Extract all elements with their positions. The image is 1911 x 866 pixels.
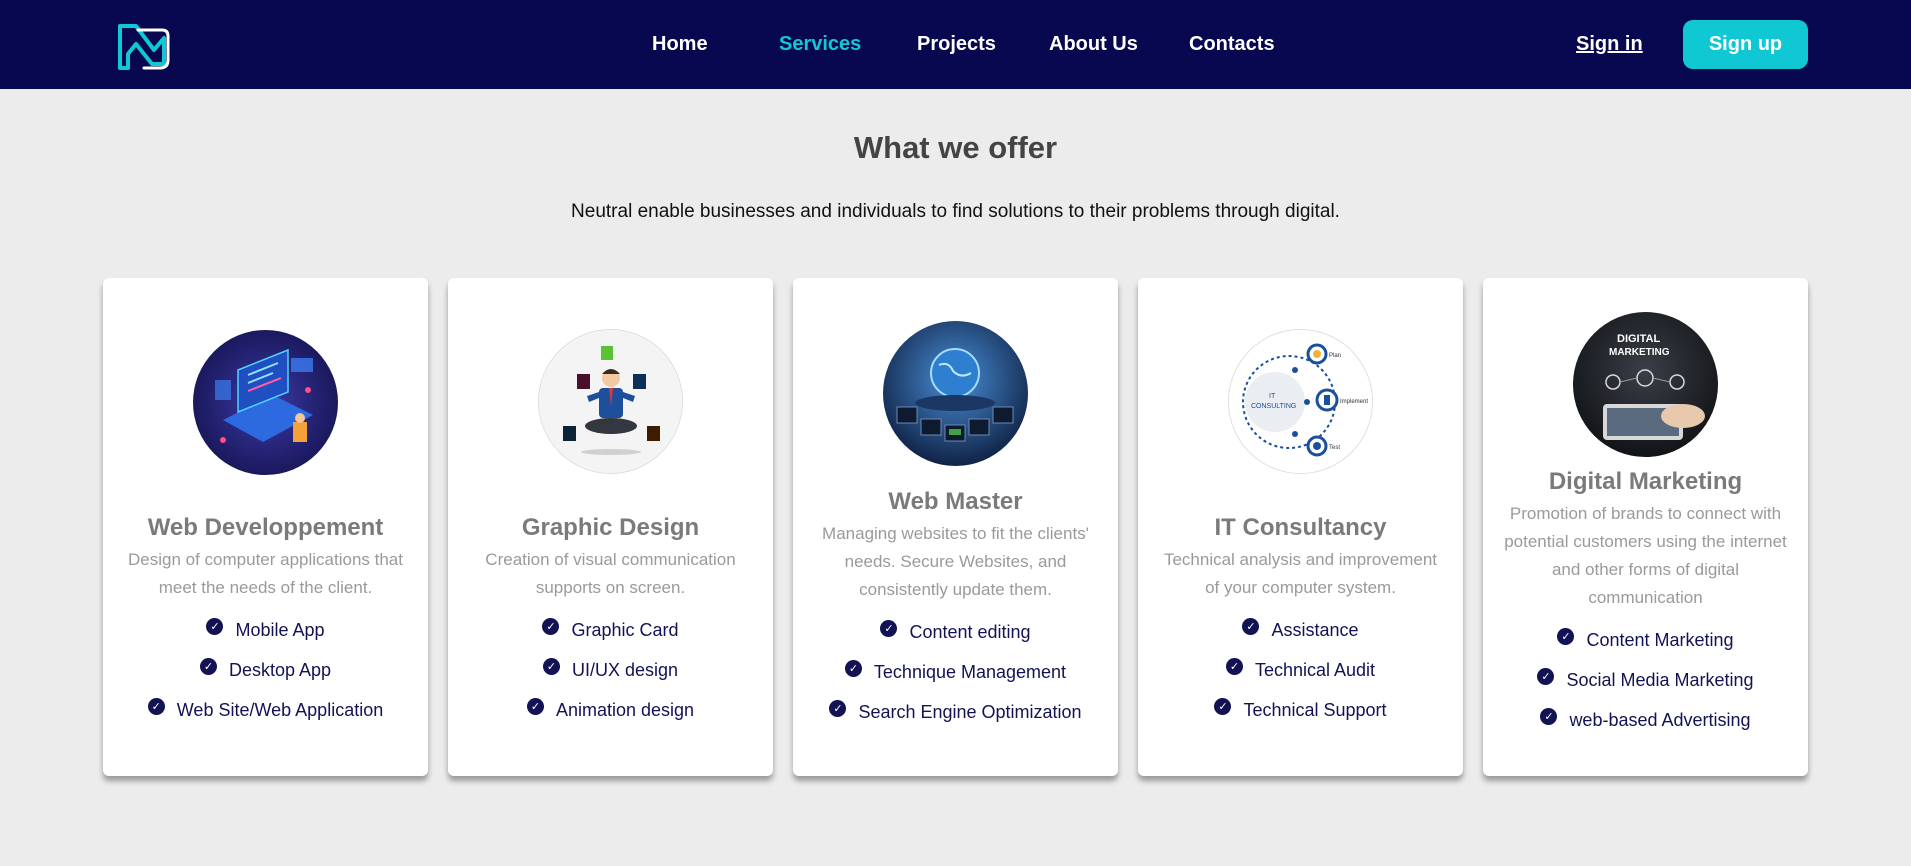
- check-circle-icon: ✓: [844, 659, 862, 677]
- card-title: Web Master: [888, 488, 1023, 515]
- check-circle-icon: ✓: [199, 657, 217, 675]
- feature-item: ✓ Graphic Card: [448, 610, 773, 650]
- feature-list: ✓ Mobile App ✓ Desktop App ✓ Web Site/Web A…: [103, 610, 428, 730]
- nav-contacts[interactable]: Contacts: [1189, 33, 1275, 56]
- service-card-graphic-design: Graphic Design Creation of visual commun…: [448, 278, 773, 776]
- check-circle-icon: ✓: [1242, 617, 1260, 635]
- nav-about-us[interactable]: About Us: [1049, 33, 1138, 56]
- check-circle-icon: ✓: [1214, 697, 1232, 715]
- check-circle-icon: ✓: [1537, 667, 1555, 685]
- section-title: What we offer: [853, 130, 1058, 165]
- svg-text:DIGITAL: DIGITAL: [1617, 333, 1660, 345]
- feature-item: ✓ Content Marketing: [1483, 620, 1808, 660]
- service-card-digital-marketing: DIGITAL MARKETING Digital Marketing Prom…: [1483, 278, 1808, 776]
- feature-item: ✓ Desktop App: [103, 650, 428, 690]
- check-circle-icon: ✓: [1557, 627, 1575, 645]
- feature-item: ✓ Mobile App: [103, 610, 428, 650]
- feature-list: ✓ Content Marketing ✓ Social Media Marketi…: [1483, 620, 1808, 740]
- web-master-illustration: [883, 321, 1028, 466]
- nav-home[interactable]: Home: [652, 33, 708, 56]
- feature-item: ✓ web-based Advertising: [1483, 700, 1808, 740]
- feature-item: ✓ Technical Audit: [1138, 650, 1463, 690]
- card-description: Managing websites to fit the clients' ne…: [822, 524, 1089, 599]
- graphic-design-illustration: [538, 329, 683, 474]
- feature-list: ✓ Graphic Card ✓ UI/UX design ✓ Animation d…: [448, 610, 773, 730]
- card-description: Technical analysis and improvement of yo…: [1163, 550, 1438, 597]
- digital-marketing-illustration: DIGITAL MARKETING: [1573, 312, 1718, 457]
- sign-in-link[interactable]: Sign in: [1576, 33, 1643, 56]
- check-circle-icon: ✓: [526, 697, 544, 715]
- section-subtitle: Neutral enable businesses and individual…: [571, 201, 1340, 222]
- feature-list: ✓ Assistance ✓ Technical Audit ✓ Technical …: [1138, 610, 1463, 730]
- web-development-illustration: [193, 330, 338, 475]
- feature-list: ✓ Content editing ✓ Technique Management ✓…: [793, 612, 1118, 732]
- feature-item: ✓ Content editing: [793, 612, 1118, 652]
- feature-item: ✓ Animation design: [448, 690, 773, 730]
- card-title: Digital Marketing: [1548, 468, 1743, 495]
- svg-text:MARKETING: MARKETING: [1609, 347, 1670, 358]
- check-circle-icon: ✓: [206, 617, 224, 635]
- svg-text:IT: IT: [1269, 393, 1276, 400]
- check-circle-icon: ✓: [542, 657, 560, 675]
- feature-item: ✓ Social Media Marketing: [1483, 660, 1808, 700]
- card-title: IT Consultancy: [1214, 514, 1387, 541]
- service-card-it-consultancy: IT CONSULTING Plan Implement Test IT Con…: [1138, 278, 1463, 776]
- navbar: Home Services Projects About Us Contacts…: [0, 0, 1911, 89]
- card-description: Promotion of brands to connect with pote…: [1504, 504, 1787, 607]
- svg-text:Test: Test: [1329, 445, 1340, 451]
- feature-item: ✓ Technique Management: [793, 652, 1118, 692]
- feature-item: ✓ Search Engine Optimization: [793, 692, 1118, 732]
- card-description: Design of computer applications that mee…: [128, 550, 403, 597]
- check-circle-icon: ✓: [829, 699, 847, 717]
- card-description: Creation of visual communication support…: [485, 550, 736, 597]
- feature-item: ✓ Technical Support: [1138, 690, 1463, 730]
- service-card-web-master: Web Master Managing websites to fit the …: [793, 278, 1118, 776]
- check-circle-icon: ✓: [880, 619, 898, 637]
- svg-text:Plan: Plan: [1329, 353, 1341, 359]
- card-title: Web Developpement: [147, 514, 384, 541]
- feature-item: ✓ Assistance: [1138, 610, 1463, 650]
- sign-up-button[interactable]: Sign up: [1683, 20, 1808, 69]
- nav-projects[interactable]: Projects: [917, 33, 996, 56]
- nav-services[interactable]: Services: [779, 33, 861, 56]
- check-circle-icon: ✓: [147, 697, 165, 715]
- card-title: Graphic Design: [521, 514, 700, 541]
- svg-text:Implement: Implement: [1340, 399, 1368, 405]
- it-consultancy-illustration: IT CONSULTING Plan Implement Test: [1228, 329, 1373, 474]
- feature-item: ✓ UI/UX design: [448, 650, 773, 690]
- svg-text:CONSULTING: CONSULTING: [1251, 403, 1296, 410]
- feature-item: ✓ Web Site/Web Application: [103, 690, 428, 730]
- check-circle-icon: ✓: [542, 617, 560, 635]
- service-card-web-development: Web Developpement Design of computer app…: [103, 278, 428, 776]
- check-circle-icon: ✓: [1540, 707, 1558, 725]
- check-circle-icon: ✓: [1225, 657, 1243, 675]
